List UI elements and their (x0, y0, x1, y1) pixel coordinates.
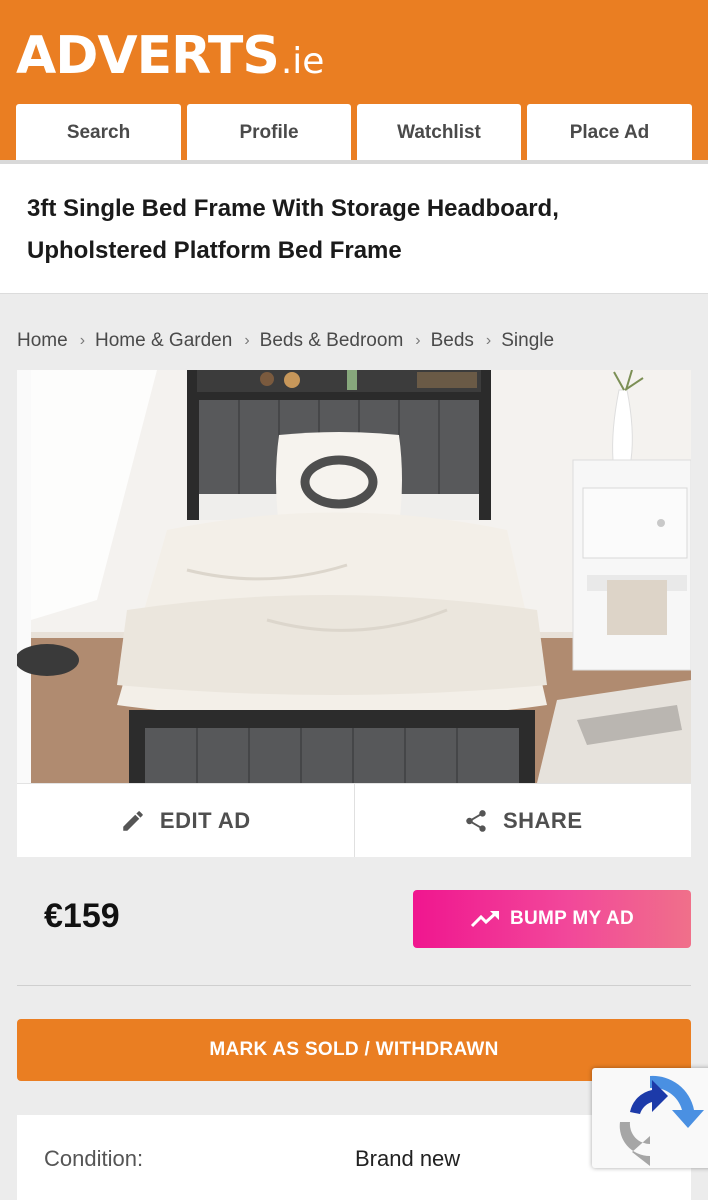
bump-my-ad-button[interactable]: BUMP MY AD (413, 890, 691, 948)
chevron-right-icon: › (244, 332, 250, 349)
ad-photo[interactable] (17, 370, 691, 783)
recaptcha-icon (619, 1075, 704, 1166)
condition-value: Brand new (355, 1146, 461, 1171)
share-label: SHARE (502, 807, 583, 833)
logo-text: ADVERTS (16, 26, 280, 86)
breadcrumb-home[interactable]: Home (17, 330, 68, 352)
site-header: ADVERTS .ie Search Profile Watchlist Pla… (0, 0, 708, 164)
recaptcha-badge[interactable] (592, 1068, 708, 1168)
share-icon (466, 809, 486, 832)
section-divider (17, 985, 691, 986)
edit-ad-button[interactable]: EDIT AD (17, 784, 354, 857)
ad-actions: EDIT AD SHARE (17, 783, 691, 857)
breadcrumb-beds[interactable]: Beds (431, 330, 474, 352)
ad-price: €159 (44, 897, 120, 935)
bump-my-ad-label: BUMP MY AD (509, 908, 635, 929)
breadcrumb-beds-bedroom[interactable]: Beds & Bedroom (260, 330, 404, 352)
logo-tld: .ie (280, 41, 325, 82)
tab-search[interactable]: Search (16, 104, 181, 162)
mark-as-sold-label: MARK AS SOLD / WITHDRAWN (209, 1039, 499, 1060)
tab-profile[interactable]: Profile (187, 104, 351, 162)
mark-as-sold-button[interactable]: MARK AS SOLD / WITHDRAWN (17, 1019, 691, 1081)
ad-title-bar: 3ft Single Bed Frame With Storage Headbo… (0, 164, 708, 294)
breadcrumb-single[interactable]: Single (501, 330, 554, 352)
page-title: 3ft Single Bed Frame With Storage Headbo… (27, 195, 559, 264)
tab-place-ad[interactable]: Place Ad (527, 104, 692, 162)
condition-label: Condition: (44, 1146, 144, 1171)
adverts-logo[interactable]: ADVERTS .ie (16, 26, 324, 86)
ad-details: Condition: Brand new (17, 1115, 691, 1200)
edit-ad-label: EDIT AD (159, 807, 251, 833)
chevron-right-icon: › (415, 332, 421, 349)
breadcrumb: Home › Home & Garden › Beds & Bedroom › … (17, 328, 554, 354)
bed-photo-illustration (17, 370, 691, 783)
breadcrumb-home-garden[interactable]: Home & Garden (95, 330, 232, 352)
chevron-right-icon: › (485, 332, 492, 349)
tab-watchlist[interactable]: Watchlist (357, 104, 521, 162)
chevron-right-icon: › (79, 332, 86, 349)
share-button[interactable]: SHARE (353, 784, 692, 857)
pencil-icon (123, 810, 143, 831)
trending-up-icon (470, 911, 499, 928)
